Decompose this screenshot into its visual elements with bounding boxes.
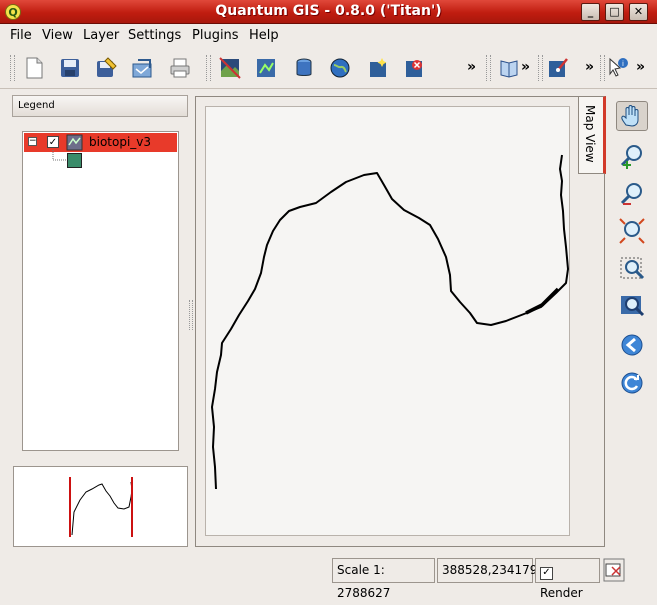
toolbar-grip[interactable] bbox=[538, 55, 543, 81]
tree-branch-line bbox=[52, 150, 67, 161]
svg-text:i: i bbox=[622, 60, 624, 68]
add-database-icon[interactable] bbox=[292, 56, 316, 80]
menu-help[interactable]: Help bbox=[249, 28, 279, 43]
zoom-out-icon[interactable] bbox=[617, 180, 647, 210]
add-raster-icon[interactable] bbox=[218, 56, 242, 80]
window-title: Quantum GIS - 0.8.0 ('Titan') bbox=[215, 3, 442, 19]
zoom-in-icon[interactable] bbox=[617, 142, 647, 172]
add-wms-icon[interactable] bbox=[328, 56, 352, 80]
menu-plugins[interactable]: Plugins bbox=[192, 28, 239, 43]
menu-view[interactable]: View bbox=[42, 28, 73, 43]
projection-icon[interactable] bbox=[603, 558, 625, 582]
render-toggle[interactable]: ✓ Render bbox=[535, 558, 600, 600]
new-project-icon[interactable] bbox=[22, 56, 46, 80]
legend-layer-row[interactable]: − ✓ biotopi_v3 bbox=[24, 133, 177, 152]
render-checkbox[interactable]: ✓ bbox=[540, 567, 553, 580]
zoom-full-icon[interactable] bbox=[617, 216, 647, 246]
pan-button[interactable] bbox=[616, 101, 648, 131]
layer-name[interactable]: biotopi_v3 bbox=[89, 135, 151, 149]
tab-map-view[interactable]: Map View bbox=[578, 96, 606, 174]
help-book-icon[interactable] bbox=[497, 56, 521, 80]
title-bar: Q Quantum GIS - 0.8.0 ('Titan') _ □ ✕ bbox=[0, 0, 657, 24]
dock-splitter[interactable] bbox=[189, 300, 193, 330]
zoom-selection-icon[interactable] bbox=[617, 254, 647, 284]
menu-settings[interactable]: Settings bbox=[128, 28, 181, 43]
main-toolbar: » » » i » bbox=[0, 47, 657, 89]
collapse-icon[interactable]: − bbox=[28, 137, 37, 146]
scale-display: Scale 1: 2788627 bbox=[332, 558, 435, 600]
layer-visibility-checkbox[interactable]: ✓ bbox=[47, 136, 59, 148]
capture-icon[interactable] bbox=[546, 56, 570, 80]
toolbar-grip[interactable] bbox=[206, 55, 211, 81]
minimize-button[interactable]: _ bbox=[581, 3, 600, 21]
save-project-icon[interactable] bbox=[58, 56, 82, 80]
menu-layer[interactable]: Layer bbox=[83, 28, 119, 43]
legend-panel bbox=[22, 131, 179, 451]
legend-dock-header[interactable]: Legend bbox=[12, 95, 188, 117]
menu-bar: File View Layer Settings Plugins Help bbox=[0, 25, 657, 47]
identify-icon[interactable]: i bbox=[606, 56, 630, 80]
print-icon[interactable] bbox=[168, 56, 192, 80]
toolbar-overflow-icon[interactable]: » bbox=[636, 59, 645, 75]
refresh-icon[interactable] bbox=[617, 368, 647, 398]
new-layer-icon[interactable] bbox=[366, 56, 390, 80]
menu-file[interactable]: File bbox=[10, 28, 32, 43]
toolbar-grip[interactable] bbox=[10, 55, 15, 81]
zoom-last-icon[interactable] bbox=[617, 330, 647, 360]
pan-icon bbox=[621, 105, 639, 127]
toolbar-grip[interactable] bbox=[486, 55, 491, 81]
toolbar-overflow-icon[interactable]: » bbox=[585, 59, 594, 75]
maximize-button[interactable]: □ bbox=[605, 3, 624, 21]
coordinates-display: 388528,234179 bbox=[437, 558, 537, 583]
map-canvas[interactable] bbox=[205, 106, 570, 536]
remove-layer-icon[interactable] bbox=[402, 56, 426, 80]
add-vector-icon[interactable] bbox=[254, 56, 278, 80]
toolbar-overflow-icon[interactable]: » bbox=[521, 59, 530, 75]
overview-map bbox=[69, 477, 133, 537]
layer-symbol-swatch bbox=[67, 153, 82, 168]
map-view-tab-label: Map View bbox=[583, 105, 597, 163]
export-icon[interactable] bbox=[130, 56, 154, 80]
zoom-layer-icon[interactable] bbox=[617, 292, 647, 322]
toolbar-grip[interactable] bbox=[600, 55, 605, 81]
map-feature-line bbox=[211, 154, 569, 490]
render-label: Render bbox=[540, 586, 583, 600]
toolbar-overflow-icon[interactable]: » bbox=[467, 59, 476, 75]
close-button[interactable]: ✕ bbox=[629, 3, 648, 21]
overview-panel[interactable] bbox=[13, 466, 188, 547]
save-as-icon[interactable] bbox=[94, 56, 118, 80]
vector-layer-icon bbox=[66, 134, 83, 151]
